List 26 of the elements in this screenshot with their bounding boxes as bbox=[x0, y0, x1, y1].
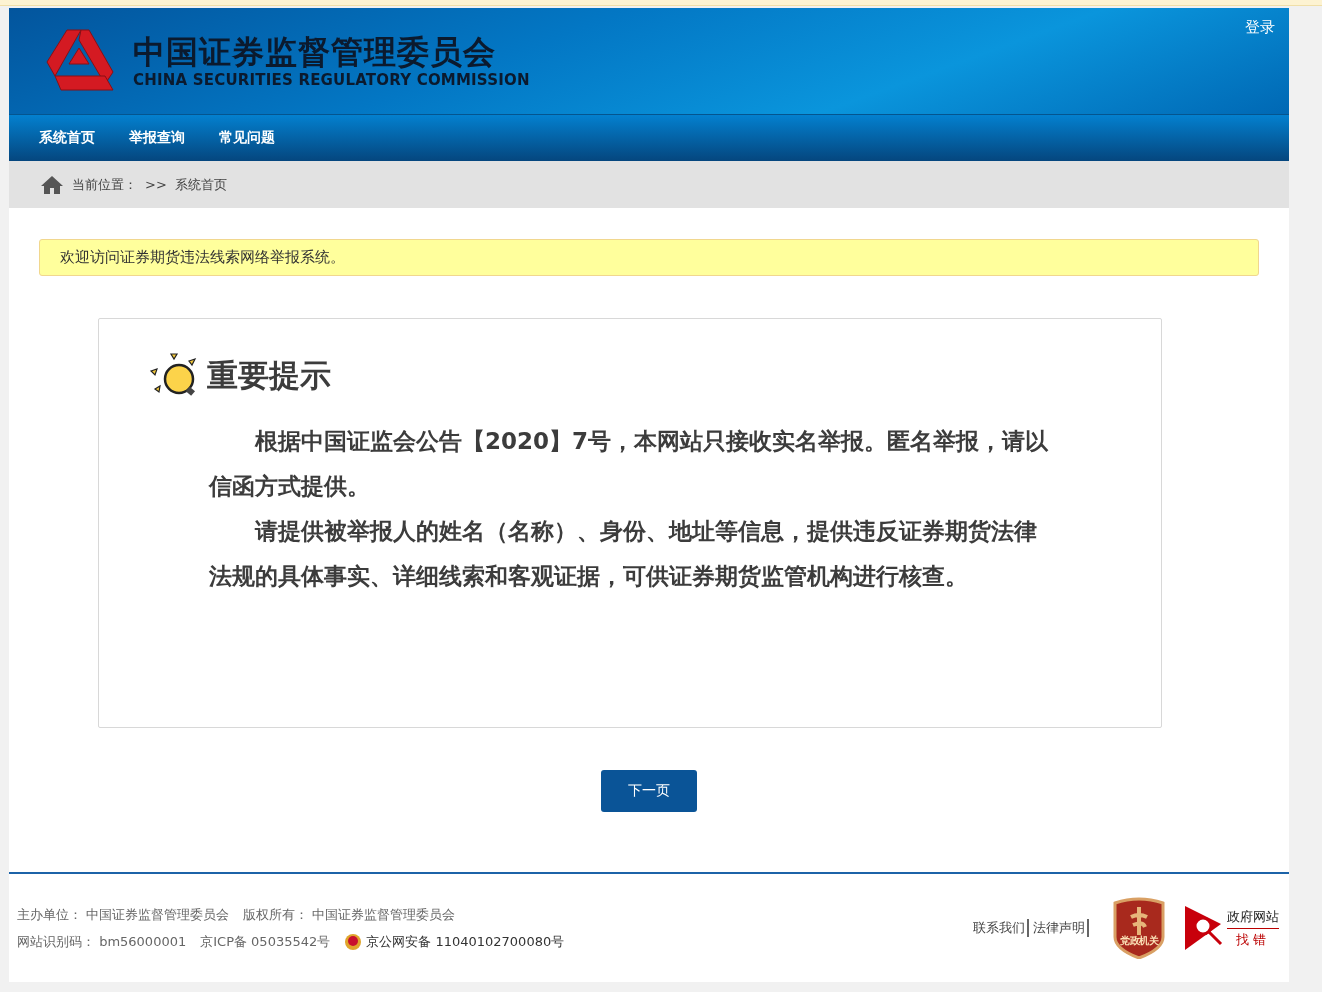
notice-paragraph: 请提供被举报人的姓名（名称）、身份、地址等信息，提供违反证券期货法律法规的具体事实、详细线索和客观证据，可供证券期货监管机构进行核查。 bbox=[209, 517, 1038, 591]
magnifier-flag-icon bbox=[1185, 906, 1223, 950]
nav-link[interactable]: 常见问题 bbox=[219, 129, 275, 147]
copyright-text: 版权所有： 中国证券监督管理委员会 bbox=[243, 905, 456, 924]
home-icon[interactable] bbox=[40, 174, 64, 195]
police-record-link[interactable]: 京公网安备 11040102700080号 bbox=[366, 932, 565, 951]
site-title: 中国证券监督管理委员会 bbox=[133, 33, 497, 71]
party-government-badge[interactable]: 党政机关 bbox=[1113, 897, 1165, 959]
nav-link[interactable]: 举报查询 bbox=[129, 129, 185, 147]
nav-link[interactable]: 系统首页 bbox=[39, 129, 95, 147]
icp-text: 京ICP备 05035542号 bbox=[200, 932, 331, 951]
footer-link[interactable]: 法律声明 bbox=[1033, 919, 1089, 937]
footer-link[interactable]: 联系我们 bbox=[973, 919, 1029, 937]
next-page-button[interactable]: 下一页 bbox=[601, 770, 697, 812]
notice-paragraph: 根据中国证监会公告【2020】7号，本网站只接收实名举报。匿名举报，请以信函方式提供。 bbox=[209, 427, 1050, 501]
breadcrumb-separator: >> bbox=[145, 177, 167, 192]
sponsor-text: 主办单位： 中国证券监督管理委员会 bbox=[17, 905, 230, 924]
card-title: 重要提示 bbox=[207, 356, 331, 395]
site-subtitle: CHINA SECURITIES REGULATORY COMMISSION bbox=[133, 71, 530, 89]
login-link[interactable]: 登录 bbox=[1245, 18, 1275, 37]
breadcrumb-current: 系统首页 bbox=[174, 175, 227, 194]
gov-site-error-finder[interactable]: 政府网站 找错 bbox=[1185, 906, 1279, 950]
welcome-notice: 欢迎访问证券期货违法线索网络举报系统。 bbox=[39, 239, 1259, 276]
police-emblem-icon bbox=[344, 932, 363, 951]
breadcrumb-label: 当前位置： bbox=[72, 175, 137, 194]
site-code-text: 网站识别码： bm56000001 bbox=[17, 932, 187, 951]
